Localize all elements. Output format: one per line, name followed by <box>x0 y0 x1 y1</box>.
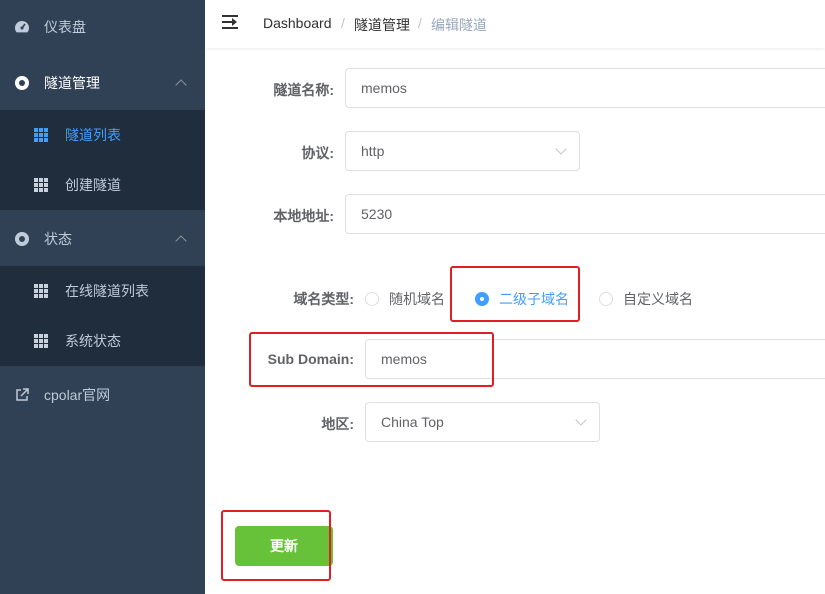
domain-type-label: 域名类型: <box>293 291 354 307</box>
external-link-icon <box>14 387 30 403</box>
table-icon <box>34 284 48 298</box>
region-label: 地区: <box>321 416 354 432</box>
radio-random-domain[interactable]: 随机域名 <box>365 289 445 309</box>
breadcrumb-tunnel-management[interactable]: 隧道管理 <box>354 15 410 35</box>
sidebar-item-label: 仪表盘 <box>44 19 86 35</box>
sidebar-item-label: 系统状态 <box>65 333 121 349</box>
region-select[interactable]: China Top <box>365 402 600 442</box>
tunnel-name-label: 隧道名称: <box>273 82 334 98</box>
table-icon <box>34 178 48 192</box>
local-address-label: 本地地址: <box>273 208 334 224</box>
protocol-select[interactable]: http <box>345 131 580 171</box>
sidebar: 仪表盘 隧道管理 隧道列表 创建隧道 状态 在线隧道列表 系统状态 cpolar… <box>0 0 205 594</box>
highlight-box-subdomain-field <box>249 332 494 387</box>
radio-circle <box>365 292 379 306</box>
sidebar-item-label: cpolar官网 <box>44 387 111 403</box>
sidebar-item-create-tunnel[interactable]: 创建隧道 <box>0 160 205 210</box>
sidebar-item-label: 隧道列表 <box>65 127 121 143</box>
tunnel-name-input[interactable]: memos <box>345 68 825 108</box>
status-icon <box>14 231 30 247</box>
chevron-down-icon <box>555 143 567 155</box>
sidebar-item-label: 创建隧道 <box>65 177 121 193</box>
top-navbar: Dashboard / 隧道管理 / 编辑隧道 <box>205 0 825 48</box>
sidebar-item-label: 在线隧道列表 <box>65 283 149 299</box>
chevron-up-icon <box>175 235 187 247</box>
sidebar-item-tunnel-list[interactable]: 隧道列表 <box>0 110 205 160</box>
table-icon <box>34 128 48 142</box>
tunnel-icon <box>14 75 30 91</box>
radio-circle <box>599 292 613 306</box>
sidebar-item-status[interactable]: 状态 <box>0 212 205 266</box>
sidebar-item-online-tunnels[interactable]: 在线隧道列表 <box>0 266 205 316</box>
sidebar-item-website[interactable]: cpolar官网 <box>0 368 205 422</box>
protocol-label: 协议: <box>301 145 334 161</box>
chevron-down-icon <box>575 414 587 426</box>
chevron-up-icon <box>175 79 187 91</box>
highlight-box-update-button <box>221 510 331 581</box>
sidebar-item-tunnel-management[interactable]: 隧道管理 <box>0 56 205 110</box>
breadcrumb-current: 编辑隧道 <box>431 17 487 33</box>
sidebar-item-label: 隧道管理 <box>44 75 100 91</box>
radio-label: 随机域名 <box>389 291 445 307</box>
local-address-input[interactable]: 5230 <box>345 194 825 234</box>
sidebar-item-system-status[interactable]: 系统状态 <box>0 316 205 366</box>
table-icon <box>34 334 48 348</box>
sidebar-item-label: 状态 <box>44 231 72 247</box>
hamburger-icon[interactable] <box>222 15 238 29</box>
breadcrumb-dashboard[interactable]: Dashboard <box>263 15 332 31</box>
region-value: China Top <box>381 414 444 430</box>
breadcrumb-separator: / <box>418 15 422 31</box>
dashboard-icon <box>14 19 30 35</box>
sidebar-item-dashboard[interactable]: 仪表盘 <box>0 0 205 54</box>
radio-label: 自定义域名 <box>623 291 693 307</box>
protocol-value: http <box>361 143 385 159</box>
radio-custom-domain[interactable]: 自定义域名 <box>599 289 693 309</box>
breadcrumb-separator: / <box>341 15 345 31</box>
highlight-box-subdomain-radio <box>450 266 580 322</box>
